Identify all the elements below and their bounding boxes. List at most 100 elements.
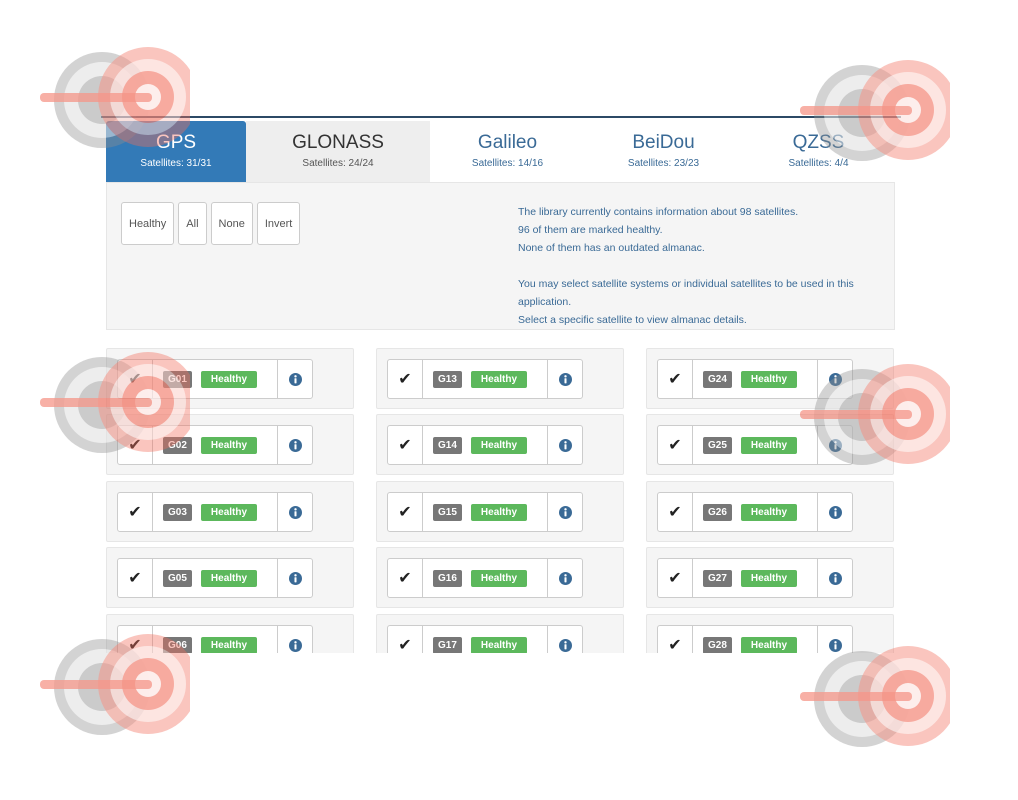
- tab-satellite-count: Satellites: 4/4: [788, 158, 849, 169]
- satellite-select-toggle[interactable]: ✔: [387, 492, 423, 532]
- info-circle-icon: [288, 571, 302, 585]
- info-line: You may select satellite systems or indi…: [518, 278, 854, 308]
- satellite-summary[interactable]: G26 Healthy: [693, 492, 817, 532]
- info-circle-icon: [558, 638, 572, 652]
- check-icon: ✔: [128, 504, 142, 521]
- satellite-info-button[interactable]: [817, 492, 853, 532]
- satellite-card-g16: ✔ G16 Healthy: [376, 547, 624, 608]
- satellite-info-button[interactable]: [817, 425, 853, 465]
- satellite-info-button[interactable]: [277, 492, 313, 532]
- filter-all-button[interactable]: All: [178, 202, 207, 245]
- health-status-badge: Healthy: [740, 370, 798, 388]
- tab-label: GLONASS: [292, 132, 384, 153]
- tab-satellite-count: Satellites: 23/23: [627, 158, 700, 169]
- satellite-summary[interactable]: G28 Healthy: [693, 625, 817, 653]
- satellite-summary[interactable]: G03 Healthy: [153, 492, 277, 532]
- filter-invert-button[interactable]: Invert: [256, 202, 301, 245]
- tab-galileo[interactable]: Galileo Satellites: 14/16: [430, 121, 585, 182]
- satellite-id-badge: G28: [703, 636, 732, 653]
- satellite-select-toggle[interactable]: ✔: [117, 359, 153, 399]
- satellite-info-button[interactable]: [547, 425, 583, 465]
- health-status-badge: Healthy: [200, 569, 258, 587]
- satellite-card-g27: ✔ G27 Healthy: [646, 547, 894, 608]
- satellite-info-button[interactable]: [817, 359, 853, 399]
- info-circle-icon: [828, 438, 842, 452]
- satellite-summary[interactable]: G17 Healthy: [423, 625, 547, 653]
- satellite-info-button[interactable]: [547, 625, 583, 653]
- satellite-info-button[interactable]: [277, 359, 313, 399]
- satellite-controls: ✔ G06 Healthy: [117, 625, 313, 653]
- tab-label: QZSS: [792, 132, 845, 153]
- satellite-card-g28: ✔ G28 Healthy: [646, 614, 894, 653]
- tab-satellite-count: Satellites: 31/31: [140, 158, 212, 169]
- satellite-summary[interactable]: G15 Healthy: [423, 492, 547, 532]
- tab-satellite-count: Satellites: 14/16: [471, 158, 544, 169]
- satellite-controls: ✔ G17 Healthy: [387, 625, 583, 653]
- satellite-summary[interactable]: G06 Healthy: [153, 625, 277, 653]
- satellite-select-toggle[interactable]: ✔: [117, 492, 153, 532]
- satellite-summary[interactable]: G27 Healthy: [693, 558, 817, 598]
- tab-label: BeiDou: [632, 132, 695, 153]
- satellite-controls: ✔ G13 Healthy: [387, 359, 583, 399]
- satellite-select-toggle[interactable]: ✔: [657, 625, 693, 653]
- satellite-summary[interactable]: G25 Healthy: [693, 425, 817, 465]
- satellite-select-toggle[interactable]: ✔: [657, 425, 693, 465]
- filter-none-button[interactable]: None: [210, 202, 253, 245]
- tab-gps[interactable]: GPS Satellites: 31/31: [106, 121, 246, 182]
- satellite-summary[interactable]: G16 Healthy: [423, 558, 547, 598]
- tab-beidou[interactable]: BeiDou Satellites: 23/23: [585, 121, 742, 182]
- satellite-summary[interactable]: G01 Healthy: [153, 359, 277, 399]
- satellite-summary[interactable]: G02 Healthy: [153, 425, 277, 465]
- satellite-info-button[interactable]: [277, 425, 313, 465]
- filter-healthy-button[interactable]: Healthy: [121, 202, 175, 245]
- satellite-select-toggle[interactable]: ✔: [657, 359, 693, 399]
- satellite-controls: ✔ G26 Healthy: [657, 492, 853, 532]
- satellite-select-toggle[interactable]: ✔: [117, 425, 153, 465]
- info-line: None of them has an outdated almanac.: [518, 242, 705, 254]
- info-circle-icon: [558, 571, 572, 585]
- check-icon: ✔: [128, 637, 142, 653]
- satellite-card-g24: ✔ G24 Healthy: [646, 348, 894, 409]
- satellite-select-toggle[interactable]: ✔: [657, 492, 693, 532]
- satellite-select-toggle[interactable]: ✔: [117, 558, 153, 598]
- info-circle-icon: [828, 372, 842, 386]
- info-line: Select a specific satellite to view alma…: [518, 314, 747, 326]
- check-icon: ✔: [398, 437, 412, 454]
- satellite-select-toggle[interactable]: ✔: [387, 625, 423, 653]
- satellite-summary[interactable]: G14 Healthy: [423, 425, 547, 465]
- satellite-select-toggle[interactable]: ✔: [387, 425, 423, 465]
- satellite-id-badge: G06: [163, 636, 192, 653]
- satellite-info-button[interactable]: [817, 625, 853, 653]
- satellite-select-toggle[interactable]: ✔: [387, 359, 423, 399]
- health-status-badge: Healthy: [470, 636, 528, 653]
- satellite-controls: ✔ G05 Healthy: [117, 558, 313, 598]
- satellite-select-toggle[interactable]: ✔: [387, 558, 423, 598]
- check-icon: ✔: [128, 371, 142, 388]
- satellite-card-g14: ✔ G14 Healthy: [376, 414, 624, 475]
- tab-qzss[interactable]: QZSS Satellites: 4/4: [742, 121, 895, 182]
- tab-label: GPS: [155, 132, 197, 153]
- satellite-info-button[interactable]: [547, 359, 583, 399]
- satellite-id-badge: G05: [163, 569, 192, 587]
- satellite-summary[interactable]: G13 Healthy: [423, 359, 547, 399]
- satellite-info-button[interactable]: [277, 625, 313, 653]
- satellite-info-button[interactable]: [277, 558, 313, 598]
- filter-button-group: Healthy All None Invert: [121, 202, 301, 245]
- satellite-select-toggle[interactable]: ✔: [657, 558, 693, 598]
- satellite-select-toggle[interactable]: ✔: [117, 625, 153, 653]
- satellite-summary[interactable]: G05 Healthy: [153, 558, 277, 598]
- tab-glonass[interactable]: GLONASS Satellites: 24/24: [246, 121, 430, 182]
- info-circle-icon: [558, 505, 572, 519]
- health-status-badge: Healthy: [470, 569, 528, 587]
- satellite-summary[interactable]: G24 Healthy: [693, 359, 817, 399]
- check-icon: ✔: [668, 371, 682, 388]
- satellite-card-g05: ✔ G05 Healthy: [106, 547, 354, 608]
- info-line: 96 of them are marked healthy.: [518, 224, 663, 236]
- satellite-info-button[interactable]: [547, 492, 583, 532]
- satellite-info-button[interactable]: [817, 558, 853, 598]
- satellite-id-badge: G15: [433, 503, 462, 521]
- satellite-controls: ✔ G02 Healthy: [117, 425, 313, 465]
- health-status-badge: Healthy: [200, 503, 258, 521]
- satellite-info-button[interactable]: [547, 558, 583, 598]
- satellite-id-badge: G03: [163, 503, 192, 521]
